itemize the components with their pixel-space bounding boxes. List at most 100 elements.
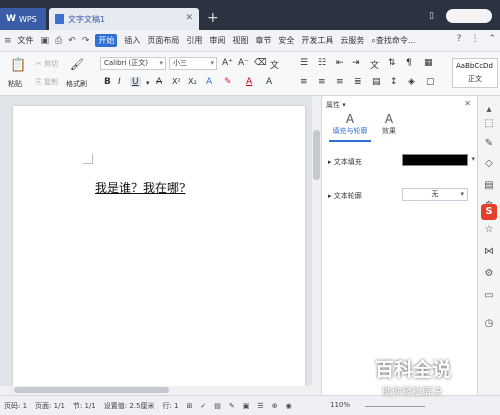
horizontal-scroll-thumb[interactable] <box>14 387 169 393</box>
sogou-logo-icon[interactable]: S <box>481 204 497 220</box>
menu-security[interactable]: 安全 <box>278 35 294 46</box>
copy-button[interactable]: ⎘ 复制 <box>36 77 58 87</box>
chevron-down-icon: ▾ <box>471 155 475 163</box>
panel-title[interactable]: 属性 ▾ <box>326 100 346 110</box>
save-icon[interactable]: ▣ <box>41 36 50 46</box>
document-text[interactable]: 我是谁？我在哪? <box>95 179 185 196</box>
bold-icon[interactable]: B <box>104 77 111 87</box>
undo-icon[interactable]: ↶ <box>68 36 76 46</box>
numbering-icon[interactable]: ☷ <box>318 58 326 68</box>
menu-view[interactable]: 视图 <box>232 35 248 46</box>
help-icon[interactable]: ? <box>457 34 462 44</box>
clear-format-icon[interactable]: ⌫ <box>254 58 267 68</box>
search-command[interactable]: ⌕查找命令... <box>371 35 415 46</box>
grow-font-icon[interactable]: A⁺ <box>222 58 233 68</box>
more-icon[interactable]: ⋮ <box>470 34 479 44</box>
document-tab[interactable]: 文字文稿1 ✕ <box>49 8 199 30</box>
zoom-level[interactable]: 110% <box>330 401 350 409</box>
font-color-icon[interactable]: A <box>246 77 252 87</box>
vertical-scroll-thumb[interactable] <box>313 130 320 180</box>
underline-dropdown-icon[interactable]: ▾ <box>146 79 150 87</box>
italic-icon[interactable]: I <box>118 77 121 87</box>
properties-icon[interactable]: ▤ <box>483 180 495 192</box>
align-center-icon[interactable]: ≡ <box>318 77 326 87</box>
select-icon[interactable]: ⬚ <box>483 118 495 130</box>
history-icon[interactable]: ◷ <box>483 318 495 330</box>
format-painter-button[interactable]: 格式刷 <box>66 79 87 89</box>
close-icon[interactable]: ✕ <box>464 99 471 108</box>
chinese-layout-icon[interactable]: 文 <box>370 58 379 71</box>
wrench-icon[interactable]: ⚙ <box>483 268 495 280</box>
share-icon[interactable]: ⋈ <box>483 246 495 258</box>
menu-home[interactable]: 开始 <box>95 34 118 47</box>
text-fill-row[interactable]: ▸ 文本填充 <box>328 157 362 167</box>
shape-icon[interactable]: ◇ <box>483 158 495 170</box>
view-mode-icon[interactable]: ⊞ <box>187 402 193 410</box>
menu-cloud[interactable]: 云服务 <box>340 35 364 46</box>
zoom-slider[interactable] <box>365 406 425 407</box>
collapse-icon[interactable]: ⌃ <box>488 34 496 44</box>
menu-page-layout[interactable]: 页面布局 <box>147 35 179 46</box>
align-right-icon[interactable]: ≡ <box>336 77 344 87</box>
menu-references[interactable]: 引用 <box>186 35 202 46</box>
justify-icon[interactable]: ≣ <box>354 77 362 87</box>
sort-icon[interactable]: ⇅ <box>388 58 396 68</box>
text-effect-icon[interactable]: A <box>206 77 212 87</box>
edit-icon[interactable]: ✎ <box>483 138 495 150</box>
shrink-font-icon[interactable]: A⁻ <box>238 58 249 68</box>
pencil-icon[interactable]: ✎ <box>229 402 235 410</box>
highlight-icon[interactable]: ✎ <box>224 77 232 87</box>
wps-home-tab[interactable]: W WPS <box>0 8 46 30</box>
web-view-icon[interactable]: ⊕ <box>272 402 278 410</box>
page-view-icon[interactable]: ▣ <box>243 402 250 410</box>
borders-icon[interactable]: ▢ <box>426 77 435 87</box>
star-icon[interactable]: ☆ <box>483 224 495 236</box>
table-border-icon[interactable]: ▦ <box>424 58 433 68</box>
text-fill-color-select[interactable]: ▾ <box>402 154 475 166</box>
new-tab-button[interactable]: + <box>207 10 219 26</box>
strikethrough-icon[interactable]: A <box>156 77 162 87</box>
text-outline-select[interactable]: 无 ▾ <box>402 188 468 201</box>
align-left-icon[interactable]: ≡ <box>300 77 308 87</box>
proofread-icon[interactable]: ✓ <box>200 402 206 410</box>
redo-icon[interactable]: ↷ <box>82 36 90 46</box>
menu-file[interactable]: 文件 <box>18 35 34 46</box>
tab-effects[interactable]: A 效果 <box>364 112 414 136</box>
style-normal[interactable]: AaBbCcDd 正文 <box>452 58 498 88</box>
bullets-icon[interactable]: ☰ <box>300 58 308 68</box>
line-spacing-icon[interactable]: ↕ <box>390 77 398 87</box>
indent-icon[interactable]: ⇥ <box>352 58 360 68</box>
subscript-icon[interactable]: X₂ <box>188 77 197 86</box>
print-icon[interactable]: ⎙ <box>55 36 62 46</box>
avatar[interactable] <box>446 9 492 23</box>
paste-button[interactable]: 粘贴 <box>8 79 22 89</box>
pinyin-icon[interactable]: 文 <box>270 58 279 71</box>
char-border-icon[interactable]: A <box>266 77 272 87</box>
font-size-select[interactable]: 小三 ▾ <box>169 57 217 70</box>
up-arrow-icon[interactable]: ▴ <box>483 104 495 116</box>
outdent-icon[interactable]: ⇤ <box>336 58 344 68</box>
format-painter-icon[interactable]: 🖌 <box>70 58 84 71</box>
hamburger-icon[interactable]: ≡ <box>4 36 12 46</box>
outline-view-icon[interactable]: ☰ <box>257 402 263 410</box>
reading-view-icon[interactable]: ◉ <box>286 402 292 410</box>
menu-developer[interactable]: 开发工具 <box>301 35 333 46</box>
show-marks-icon[interactable]: ¶ <box>406 58 412 68</box>
device-icon[interactable]: ▯ <box>429 11 434 21</box>
paste-icon[interactable]: 📋 <box>10 58 26 73</box>
close-tab-icon[interactable]: ✕ <box>185 13 193 23</box>
distribute-icon[interactable]: ▤ <box>372 77 381 87</box>
menu-insert[interactable]: 插入 <box>124 35 140 46</box>
text-outline-row[interactable]: ▸ 文本轮廓 <box>328 191 362 201</box>
doc-icon[interactable]: ▤ <box>214 402 221 410</box>
cut-button[interactable]: ✂ 剪切 <box>36 59 58 69</box>
superscript-icon[interactable]: X² <box>172 77 181 86</box>
watermark-title: 百科全说 <box>375 359 452 381</box>
inbox-icon[interactable]: ▭ <box>483 290 495 302</box>
shading-icon[interactable]: ◈ <box>408 77 415 87</box>
underline-icon[interactable]: U <box>130 77 141 87</box>
font-name-select[interactable]: Calibri (正文) ▾ <box>100 57 166 70</box>
menu-chapter[interactable]: 章节 <box>255 35 271 46</box>
document-page[interactable]: 我是谁？我在哪? <box>13 106 305 386</box>
menu-review[interactable]: 审阅 <box>209 35 225 46</box>
